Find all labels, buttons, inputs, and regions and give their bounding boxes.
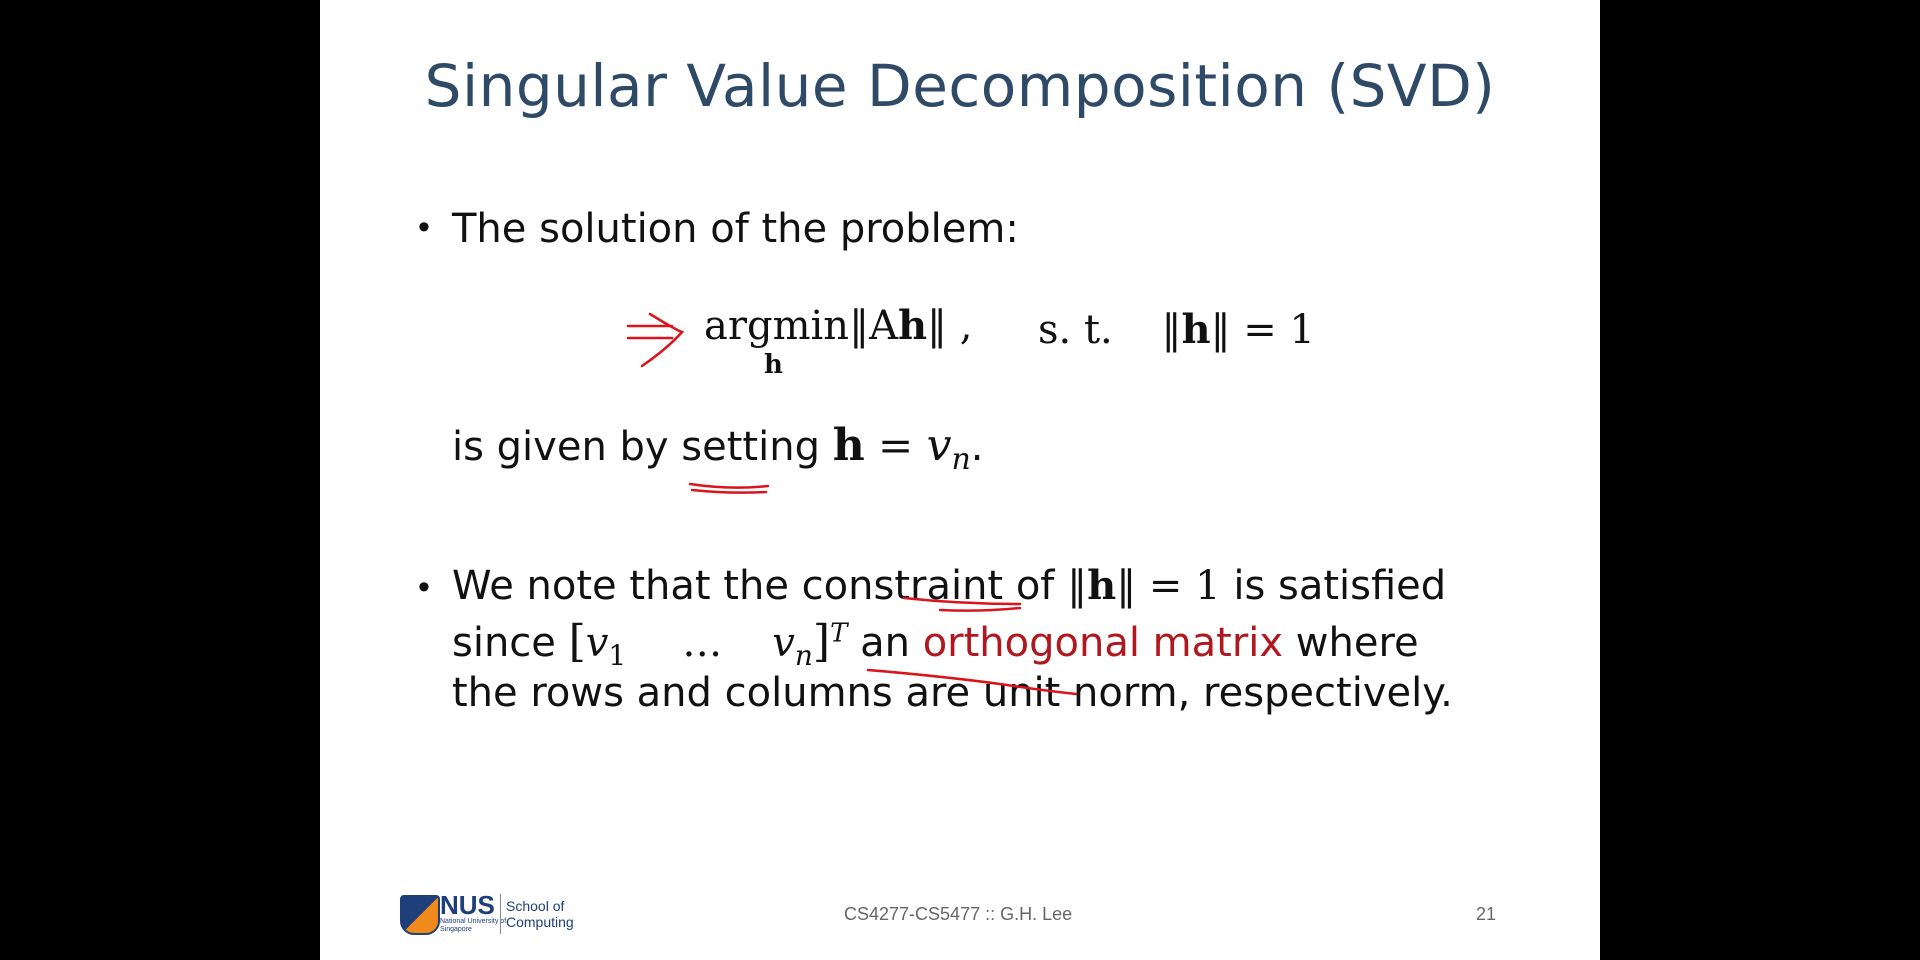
b2-sub1: 1: [608, 639, 627, 672]
orthogonal-matrix-highlight: orthogonal matrix: [922, 620, 1284, 666]
given-prefix: is given by setting: [452, 424, 833, 470]
nus-logo-text: NUS: [440, 890, 495, 920]
given-v: v: [926, 420, 952, 471]
norm-open: ‖A: [849, 303, 898, 349]
b2-suffix: is satisfied: [1220, 563, 1447, 609]
bullet-2-line-2: since [v1… vn]T an orthogonal matrix wher…: [452, 616, 1419, 672]
slide: Singular Value Decomposition (SVD) • The…: [320, 0, 1600, 960]
bullet-dot-2: •: [418, 568, 430, 606]
ink-implies-arrow: [626, 312, 685, 368]
given-eq: =: [864, 421, 927, 470]
bullet-1-text: The solution of the problem:: [452, 206, 1019, 252]
argmin-label: argmin: [704, 303, 850, 349]
b2-subn: n: [794, 639, 813, 672]
page-number: 21: [1476, 904, 1497, 924]
school-line-1: School of: [506, 898, 565, 914]
constraint-norm-open: ‖: [1161, 307, 1182, 353]
ink-underline-given: [688, 482, 770, 494]
given-end: .: [970, 424, 984, 470]
footer-divider: [500, 894, 501, 934]
b2-sup: T: [830, 618, 848, 649]
h-variable: h: [897, 302, 928, 349]
b2-since: since: [452, 620, 569, 666]
bullet-dot-1: •: [418, 208, 430, 246]
given-line: is given by setting h = vn.: [452, 420, 984, 477]
bullet-2-line-3: the rows and columns are unit norm, resp…: [452, 670, 1453, 716]
bullet-2-line-1: We note that the constraint of ‖h‖ = 1 i…: [452, 562, 1446, 609]
b2-dots: …: [682, 620, 723, 666]
ink-annotations: [626, 312, 1078, 696]
b2-vec-close: ]: [812, 616, 831, 667]
b2-norm-open: ‖: [1067, 563, 1088, 609]
constraint-norm-close: ‖ = 1: [1210, 307, 1315, 353]
st-label: s. t.: [1038, 307, 1113, 353]
constraint: s. t. ‖h‖ = 1: [1038, 306, 1315, 353]
b2-prefix: We note that the constraint of: [452, 563, 1068, 609]
argmin-equation: argmin‖Ah‖ ,: [704, 302, 972, 349]
b2-vec-open: [: [568, 616, 586, 667]
b2-an: an: [847, 620, 923, 666]
nus-logo-subtext: National University of Singapore: [440, 918, 507, 933]
b2-h: h: [1087, 562, 1117, 609]
nus-logo: [400, 895, 440, 935]
school-line-2: Computing: [506, 914, 574, 930]
b2-norm-close: ‖ = 1: [1116, 563, 1221, 609]
given-h: h: [832, 420, 865, 471]
slide-title: Singular Value Decomposition (SVD): [424, 52, 1496, 120]
given-sub: n: [951, 442, 971, 477]
b2-v1: v: [585, 620, 609, 666]
argmin-subscript: h: [764, 350, 783, 380]
constraint-h: h: [1181, 306, 1211, 353]
b2-where: where: [1283, 620, 1419, 666]
course-footer: CS4277-CS5477 :: G.H. Lee: [844, 904, 1073, 924]
norm-close: ‖ ,: [927, 303, 973, 349]
b2-vn: v: [772, 620, 795, 666]
